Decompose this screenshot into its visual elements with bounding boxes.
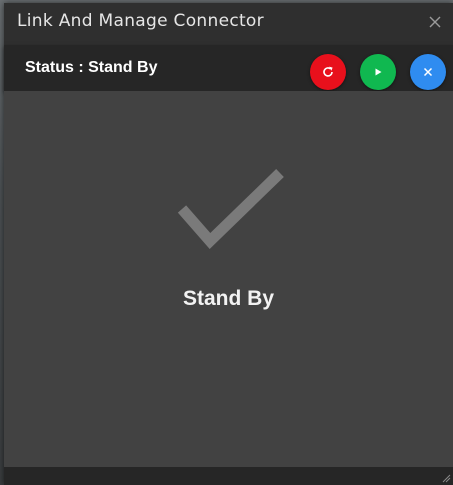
status-bar: Status : Stand By [4,45,453,91]
window-close-button[interactable] [425,12,445,32]
status-text: Status : Stand By [25,59,158,76]
footer-bar [4,467,453,485]
close-icon [423,67,433,77]
connector-dialog: Link And Manage Connector Status : Stand… [4,3,453,485]
resize-grip-icon[interactable] [441,473,451,483]
refresh-icon [323,66,333,77]
window-title: Link And Manage Connector [17,11,264,31]
status-panel: Stand By [4,91,453,467]
play-icon [375,68,382,76]
close-icon [429,16,441,28]
checkmark-icon [177,169,284,249]
title-bar[interactable]: Link And Manage Connector [4,3,453,45]
refresh-button[interactable] [310,54,346,90]
state-label: Stand By [182,287,274,310]
stop-button[interactable] [410,54,446,90]
start-button[interactable] [360,54,396,90]
